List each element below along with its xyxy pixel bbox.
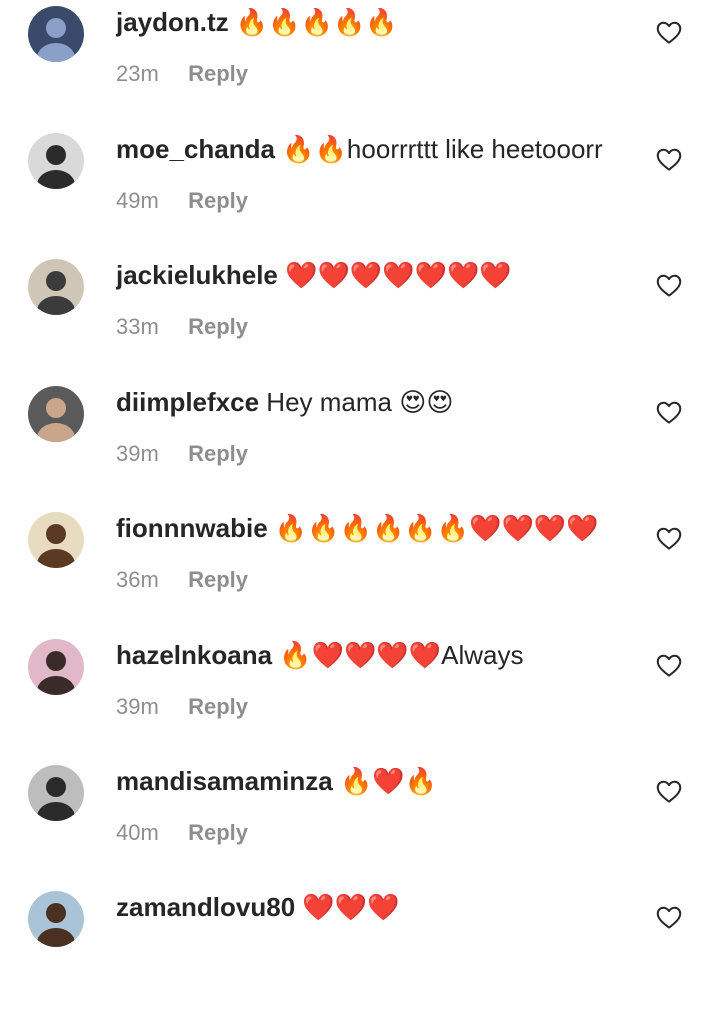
reply-button[interactable]: Reply xyxy=(188,188,248,213)
reply-button[interactable]: Reply xyxy=(188,694,248,719)
comment-item: zamandlovu80 ❤️❤️❤️ xyxy=(0,885,720,1011)
username[interactable]: jackielukhele xyxy=(116,260,278,290)
comment-line: zamandlovu80 ❤️❤️❤️ xyxy=(116,885,636,929)
reply-button[interactable]: Reply xyxy=(188,314,248,339)
reply-button[interactable]: Reply xyxy=(188,567,248,592)
username[interactable]: zamandlovu80 xyxy=(116,892,295,922)
heart-outline-icon xyxy=(656,148,682,171)
username[interactable]: jaydon.tz xyxy=(116,7,229,37)
comment-line: hazelnkoana 🔥❤️❤️❤️❤️Always xyxy=(116,633,636,677)
timestamp: 36m xyxy=(116,567,159,592)
like-button[interactable] xyxy=(654,397,684,427)
avatar[interactable] xyxy=(28,259,84,315)
comment-body: fionnnwabie 🔥🔥🔥🔥🔥🔥❤️❤️❤️❤️ 36m Reply xyxy=(116,506,636,600)
comment-line: diimplefxce Hey mama 😍😍 xyxy=(116,380,636,424)
reply-button[interactable]: Reply xyxy=(188,61,248,86)
heart-outline-icon xyxy=(656,527,682,550)
like-button[interactable] xyxy=(654,17,684,47)
comment-meta: 36m Reply xyxy=(116,560,636,600)
username[interactable]: hazelnkoana xyxy=(116,640,272,670)
comment-body: zamandlovu80 ❤️❤️❤️ xyxy=(116,885,636,929)
comment-meta: 33m Reply xyxy=(116,307,636,347)
comment-line: fionnnwabie 🔥🔥🔥🔥🔥🔥❤️❤️❤️❤️ xyxy=(116,506,636,550)
comment-line: moe_chanda 🔥🔥hoorrrttt like heetooorr xyxy=(116,127,636,171)
comment-item: jackielukhele ❤️❤️❤️❤️❤️❤️❤️ 33m Reply xyxy=(0,253,720,379)
comment-text: 🔥🔥hoorrrttt like heetooorr xyxy=(282,134,603,164)
username[interactable]: fionnnwabie xyxy=(116,513,268,543)
avatar[interactable] xyxy=(28,891,84,947)
comment-item: mandisamaminza 🔥❤️🔥 40m Reply xyxy=(0,759,720,885)
comment-text: ❤️❤️❤️ xyxy=(302,892,400,922)
username[interactable]: moe_chanda xyxy=(116,134,275,164)
avatar[interactable] xyxy=(28,6,84,62)
heart-outline-icon xyxy=(656,780,682,803)
timestamp: 39m xyxy=(116,441,159,466)
comment-body: jaydon.tz 🔥🔥🔥🔥🔥 23m Reply xyxy=(116,0,636,94)
comment-line: jaydon.tz 🔥🔥🔥🔥🔥 xyxy=(116,0,636,44)
comment-meta: 39m Reply xyxy=(116,434,636,474)
heart-outline-icon xyxy=(656,654,682,677)
reply-button[interactable]: Reply xyxy=(188,441,248,466)
timestamp: 40m xyxy=(116,820,159,845)
comment-body: jackielukhele ❤️❤️❤️❤️❤️❤️❤️ 33m Reply xyxy=(116,253,636,347)
comment-meta: 39m Reply xyxy=(116,687,636,727)
comment-text: 🔥❤️❤️❤️❤️Always xyxy=(279,640,524,670)
avatar[interactable] xyxy=(28,133,84,189)
timestamp: 23m xyxy=(116,61,159,86)
comment-item: hazelnkoana 🔥❤️❤️❤️❤️Always 39m Reply xyxy=(0,633,720,759)
like-button[interactable] xyxy=(654,776,684,806)
username[interactable]: diimplefxce xyxy=(116,387,259,417)
comment-item: jaydon.tz 🔥🔥🔥🔥🔥 23m Reply xyxy=(0,0,720,126)
comment-body: moe_chanda 🔥🔥hoorrrttt like heetooorr 49… xyxy=(116,127,636,221)
timestamp: 33m xyxy=(116,314,159,339)
like-button[interactable] xyxy=(654,650,684,680)
like-button[interactable] xyxy=(654,144,684,174)
username[interactable]: mandisamaminza xyxy=(116,766,333,796)
avatar[interactable] xyxy=(28,386,84,442)
comment-meta: 49m Reply xyxy=(116,181,636,221)
comment-text: 🔥🔥🔥🔥🔥🔥❤️❤️❤️❤️ xyxy=(274,513,599,543)
avatar[interactable] xyxy=(28,765,84,821)
comment-line: jackielukhele ❤️❤️❤️❤️❤️❤️❤️ xyxy=(116,253,636,297)
comment-item: moe_chanda 🔥🔥hoorrrttt like heetooorr 49… xyxy=(0,127,720,253)
comment-body: mandisamaminza 🔥❤️🔥 40m Reply xyxy=(116,759,636,853)
timestamp: 49m xyxy=(116,188,159,213)
comment-meta: 23m Reply xyxy=(116,54,636,94)
comment-item: fionnnwabie 🔥🔥🔥🔥🔥🔥❤️❤️❤️❤️ 36m Reply xyxy=(0,506,720,632)
comment-meta: 40m Reply xyxy=(116,813,636,853)
comment-item: diimplefxce Hey mama 😍😍 39m Reply xyxy=(0,380,720,506)
heart-outline-icon xyxy=(656,401,682,424)
like-button[interactable] xyxy=(654,902,684,932)
avatar[interactable] xyxy=(28,512,84,568)
comment-line: mandisamaminza 🔥❤️🔥 xyxy=(116,759,636,803)
avatar[interactable] xyxy=(28,639,84,695)
reply-button[interactable]: Reply xyxy=(188,820,248,845)
like-button[interactable] xyxy=(654,523,684,553)
comment-list: jaydon.tz 🔥🔥🔥🔥🔥 23m Reply moe_chanda 🔥🔥h… xyxy=(0,0,720,947)
comment-text: 🔥🔥🔥🔥🔥 xyxy=(235,7,398,37)
comment-body: diimplefxce Hey mama 😍😍 39m Reply xyxy=(116,380,636,474)
comment-text: Hey mama 😍😍 xyxy=(266,387,454,417)
heart-outline-icon xyxy=(656,274,682,297)
comment-body: hazelnkoana 🔥❤️❤️❤️❤️Always 39m Reply xyxy=(116,633,636,727)
comment-text: ❤️❤️❤️❤️❤️❤️❤️ xyxy=(285,260,512,290)
comment-text: 🔥❤️🔥 xyxy=(339,766,438,796)
timestamp: 39m xyxy=(116,694,159,719)
heart-outline-icon xyxy=(656,906,682,929)
heart-outline-icon xyxy=(656,21,682,44)
like-button[interactable] xyxy=(654,270,684,300)
